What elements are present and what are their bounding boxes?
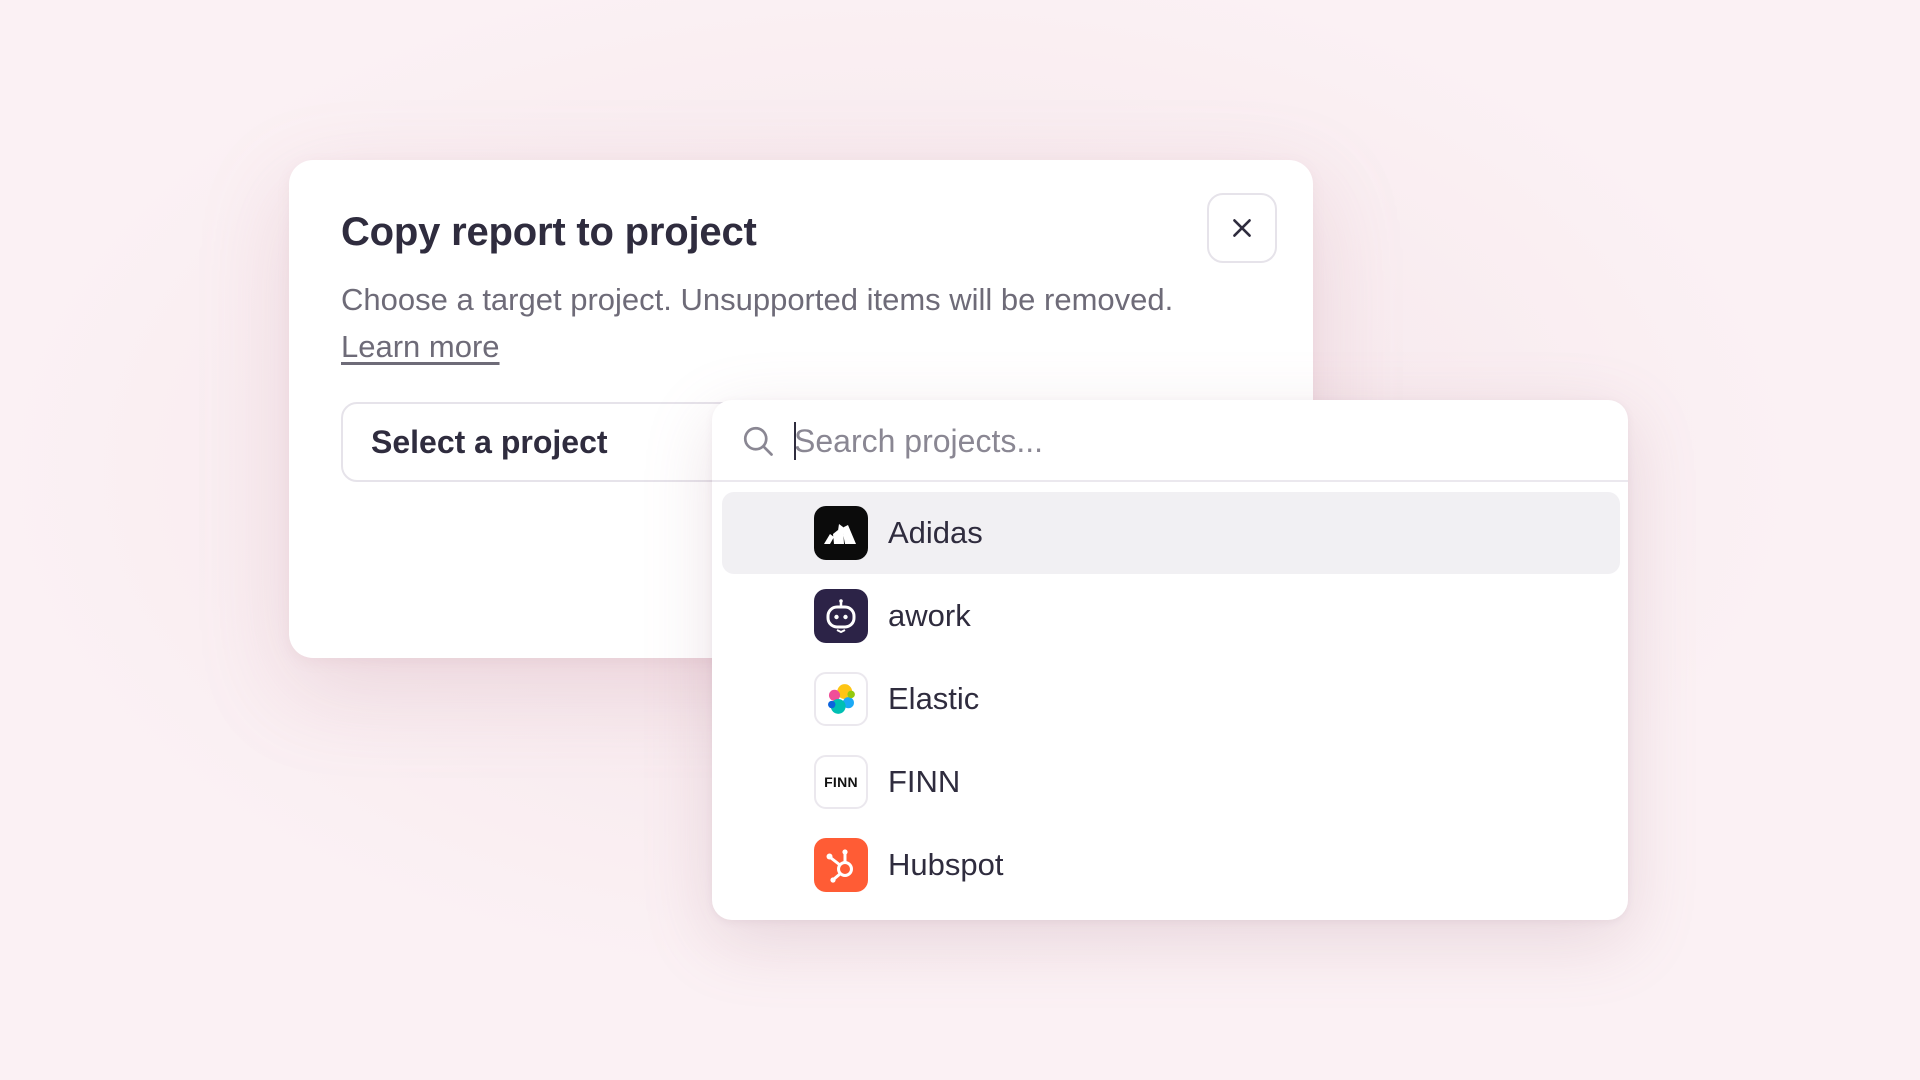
close-icon — [1233, 219, 1251, 237]
list-item-adidas[interactable]: Adidas — [722, 492, 1620, 574]
adidas-logo — [814, 506, 868, 560]
learn-more-link[interactable]: Learn more — [341, 329, 500, 364]
project-dropdown: Adidas awork — [712, 400, 1628, 920]
modal-description: Choose a target project. Unsupported ite… — [341, 276, 1281, 370]
list-item-elastic[interactable]: Elastic — [722, 658, 1620, 740]
list-item-finn[interactable]: FINN FINN — [722, 741, 1620, 823]
finn-logo-text: FINN — [824, 774, 858, 790]
elastic-logo — [814, 672, 868, 726]
search-row — [712, 400, 1628, 482]
modal-title: Copy report to project — [341, 210, 757, 254]
project-label: Hubspot — [888, 847, 1004, 882]
project-label: awork — [888, 598, 971, 633]
search-icon — [743, 426, 773, 456]
project-list: Adidas awork Elastic FINN FINN Hubspot — [712, 492, 1628, 907]
description-text: Choose a target project. Unsupported ite… — [341, 282, 1174, 317]
search-input[interactable] — [794, 416, 1594, 466]
hubspot-logo — [814, 838, 868, 892]
awork-logo — [814, 589, 868, 643]
project-label: FINN — [888, 764, 961, 799]
list-item-awork[interactable]: awork — [722, 575, 1620, 657]
text-caret — [794, 422, 796, 460]
finn-logo: FINN — [814, 755, 868, 809]
project-label: Elastic — [888, 681, 980, 716]
close-button[interactable] — [1207, 193, 1277, 263]
project-select-label: Select a project — [371, 423, 608, 460]
project-label: Adidas — [888, 515, 983, 550]
list-item-hubspot[interactable]: Hubspot — [722, 824, 1620, 906]
